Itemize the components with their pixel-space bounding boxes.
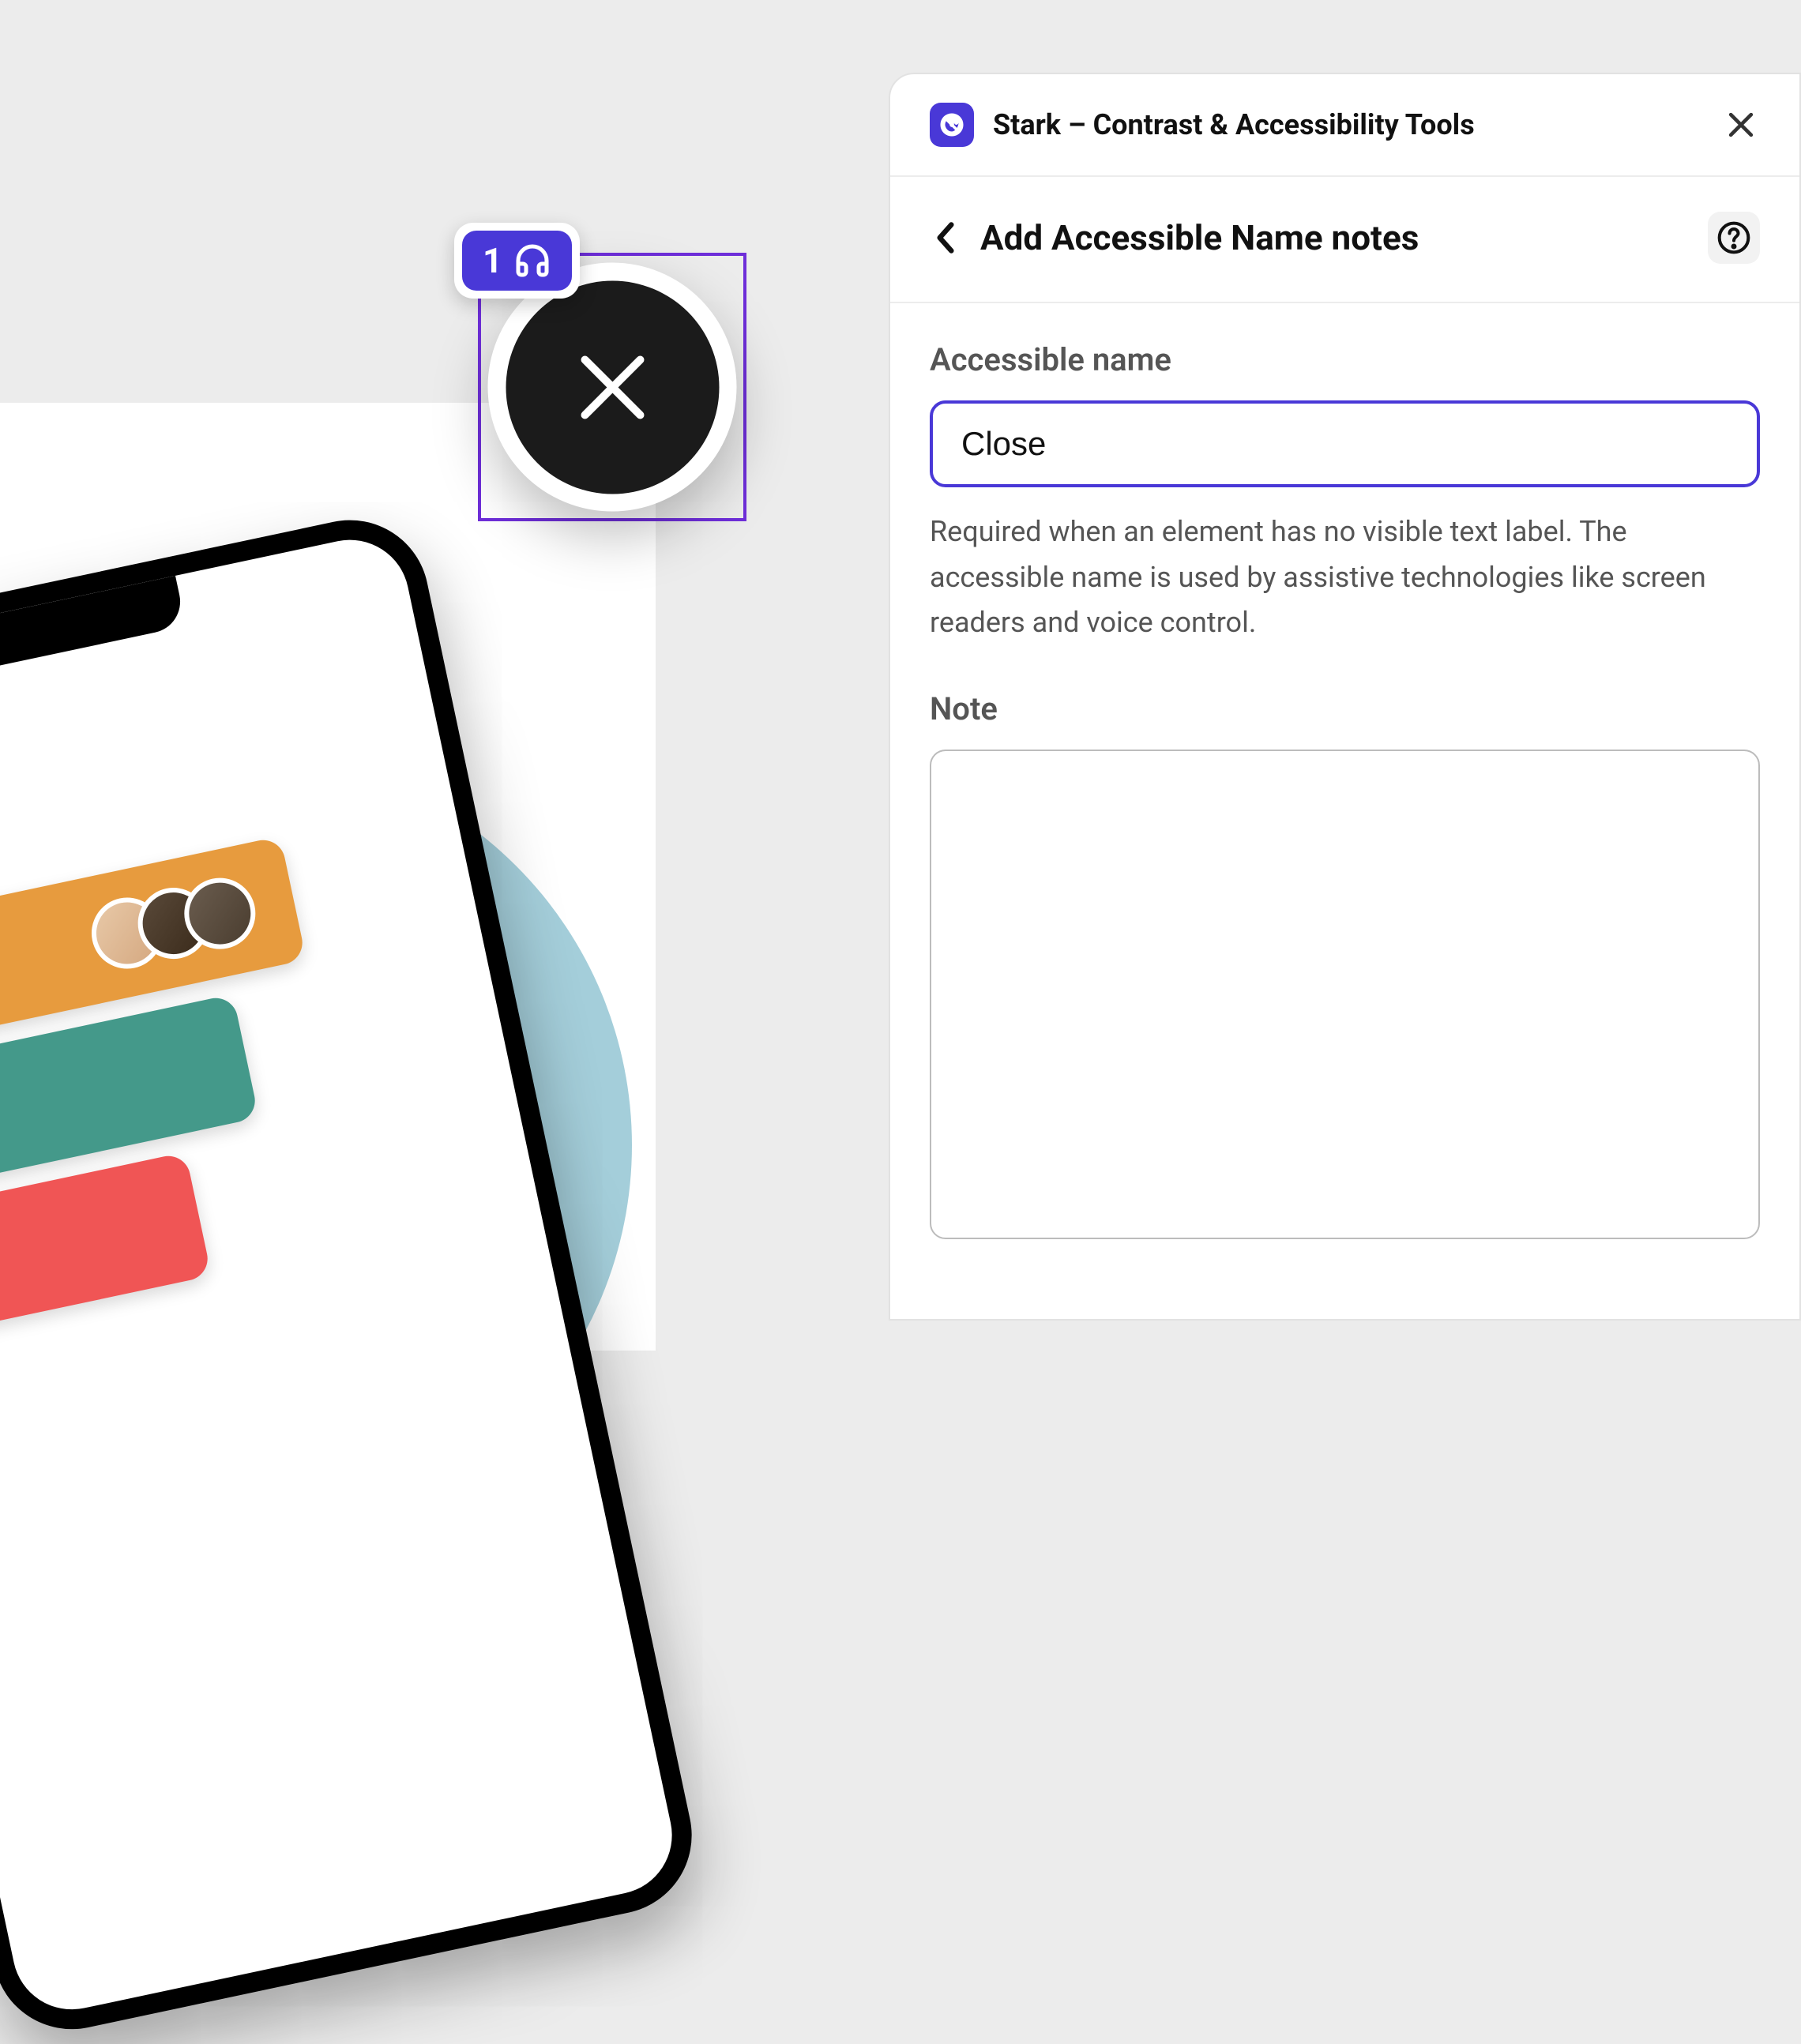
stark-logo-icon: [938, 111, 965, 138]
plugin-panel: Stark – Contrast & Accessibility Tools A…: [889, 73, 1801, 1321]
accessible-name-input[interactable]: [930, 400, 1760, 487]
panel-close-button[interactable]: [1722, 106, 1760, 144]
panel-subtitle: Add Accessible Name notes: [980, 217, 1419, 258]
accessible-name-label: Accessible name: [930, 341, 1760, 378]
close-icon: [565, 340, 660, 434]
panel-body: Accessible name Required when an element…: [890, 303, 1799, 1280]
annotation-badge[interactable]: 1: [454, 223, 580, 299]
annotation-count: 1: [483, 240, 502, 281]
accessible-name-help-text: Required when an element has no visible …: [930, 509, 1760, 646]
headphones-icon: [513, 242, 551, 280]
close-icon: [1724, 107, 1758, 142]
panel-header: Stark – Contrast & Accessibility Tools: [890, 74, 1799, 177]
help-button[interactable]: [1708, 212, 1760, 264]
avatar-group: [85, 871, 262, 975]
note-label: Note: [930, 690, 1760, 727]
panel-title: Stark – Contrast & Accessibility Tools: [993, 108, 1475, 141]
note-textarea[interactable]: [930, 750, 1760, 1239]
back-button[interactable]: [930, 222, 961, 254]
question-icon: [1716, 220, 1751, 255]
chevron-left-icon: [934, 220, 957, 255]
stark-logo: [930, 103, 974, 147]
panel-subheader: Add Accessible Name notes: [890, 177, 1799, 303]
